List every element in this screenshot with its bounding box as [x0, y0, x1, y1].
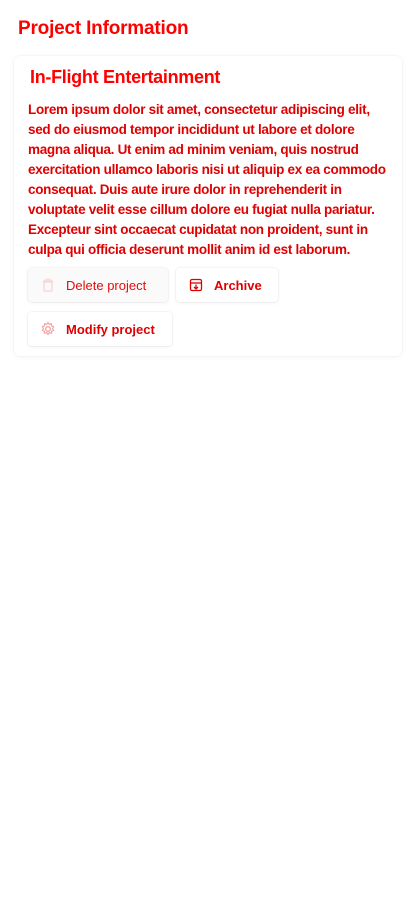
project-card: In-Flight Entertainment Lorem ipsum dolo… [14, 56, 402, 356]
trash-icon [40, 277, 56, 293]
modify-project-label: Modify project [66, 321, 155, 337]
modify-project-button[interactable]: Modify project [28, 312, 172, 346]
archive-label: Archive [214, 277, 262, 293]
delete-project-button[interactable]: Delete project [28, 268, 168, 302]
project-name: In-Flight Entertainment [30, 67, 221, 87]
page-title: Project Information [18, 18, 189, 39]
archive-box-icon [188, 277, 204, 293]
project-description: Lorem ipsum dolor sit amet, consectetur … [28, 102, 386, 257]
gear-icon [40, 321, 56, 337]
delete-project-label: Delete project [66, 277, 147, 293]
archive-button[interactable]: Archive [176, 268, 278, 302]
